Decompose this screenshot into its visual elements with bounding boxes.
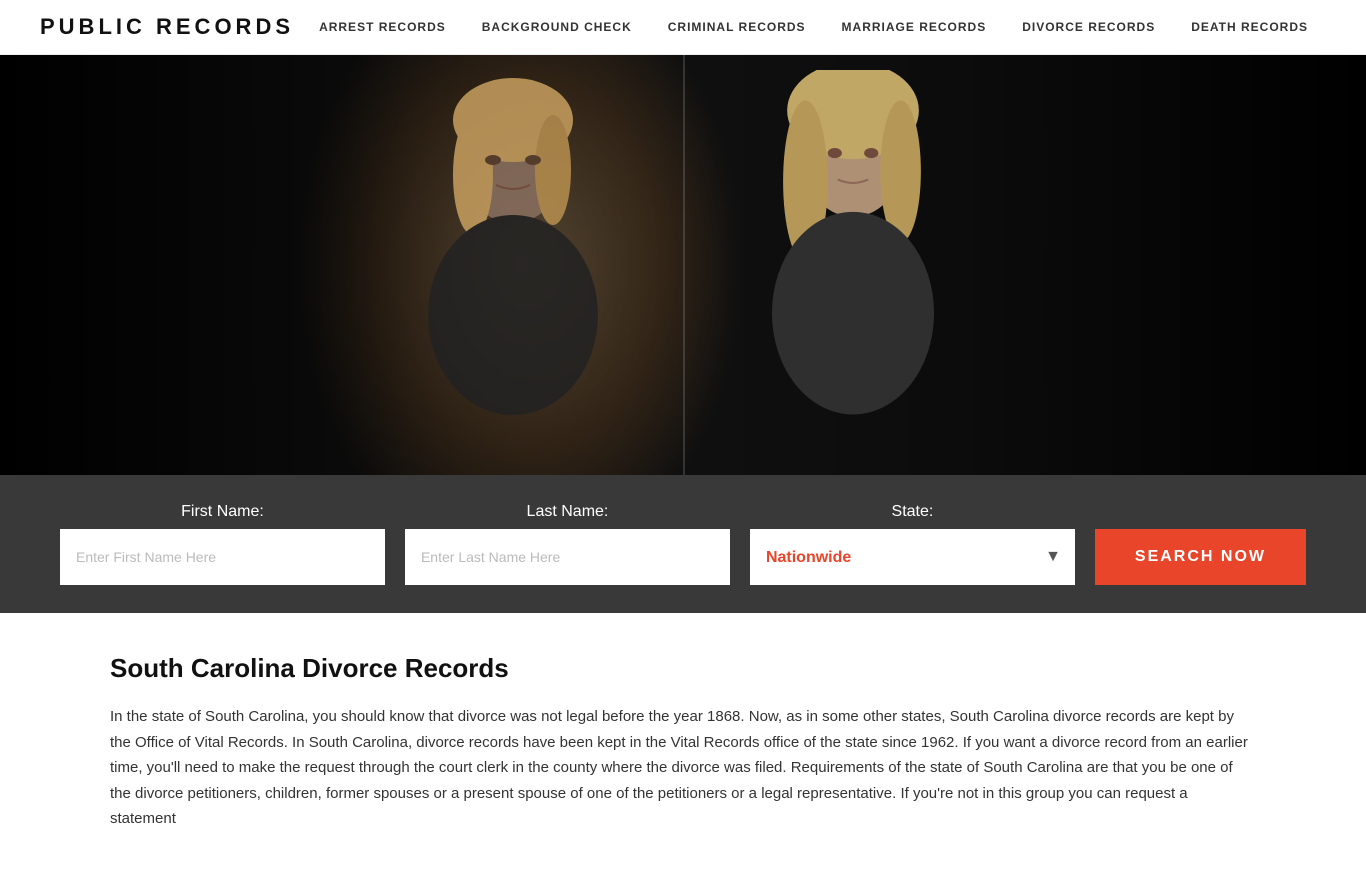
nav-item-divorce-records[interactable]: DIVORCE RECORDS — [1004, 0, 1173, 55]
content-section: South Carolina Divorce Records In the st… — [0, 613, 1366, 892]
search-now-button[interactable]: SEARCH NOW — [1095, 529, 1306, 585]
last-name-label: Last Name: — [405, 503, 730, 521]
state-select-wrapper: NationwideAlabamaAlaskaArizonaArkansasCa… — [750, 529, 1075, 585]
state-select[interactable]: NationwideAlabamaAlaskaArizonaArkansasCa… — [750, 529, 1075, 585]
nav-item-criminal-records[interactable]: CRIMINAL RECORDS — [650, 0, 824, 55]
main-nav: ARREST RECORDS BACKGROUND CHECK CRIMINAL… — [301, 0, 1326, 55]
first-name-label: First Name: — [60, 503, 385, 521]
header: PUBLIC RECORDS ARREST RECORDS BACKGROUND… — [0, 0, 1366, 55]
first-name-input[interactable] — [60, 529, 385, 585]
state-label: State: — [750, 503, 1075, 521]
state-field: State: NationwideAlabamaAlaskaArizonaArk… — [750, 503, 1075, 585]
last-name-field: Last Name: — [405, 503, 730, 585]
content-heading: South Carolina Divorce Records — [110, 653, 1256, 684]
search-bar: First Name: Last Name: State: Nationwide… — [0, 475, 1366, 613]
hero-person-right — [733, 70, 973, 455]
first-name-field: First Name: — [60, 503, 385, 585]
site-logo[interactable]: PUBLIC RECORDS — [40, 14, 294, 40]
nav-item-marriage-records[interactable]: MARRIAGE RECORDS — [824, 0, 1005, 55]
hero-section — [0, 55, 1366, 475]
nav-item-death-records[interactable]: DEATH RECORDS — [1173, 0, 1326, 55]
nav-item-background-check[interactable]: BACKGROUND CHECK — [464, 0, 650, 55]
nav-item-arrest-records[interactable]: ARREST RECORDS — [301, 0, 464, 55]
hero-person-left — [393, 75, 633, 455]
last-name-input[interactable] — [405, 529, 730, 585]
hero-divider — [683, 55, 685, 475]
